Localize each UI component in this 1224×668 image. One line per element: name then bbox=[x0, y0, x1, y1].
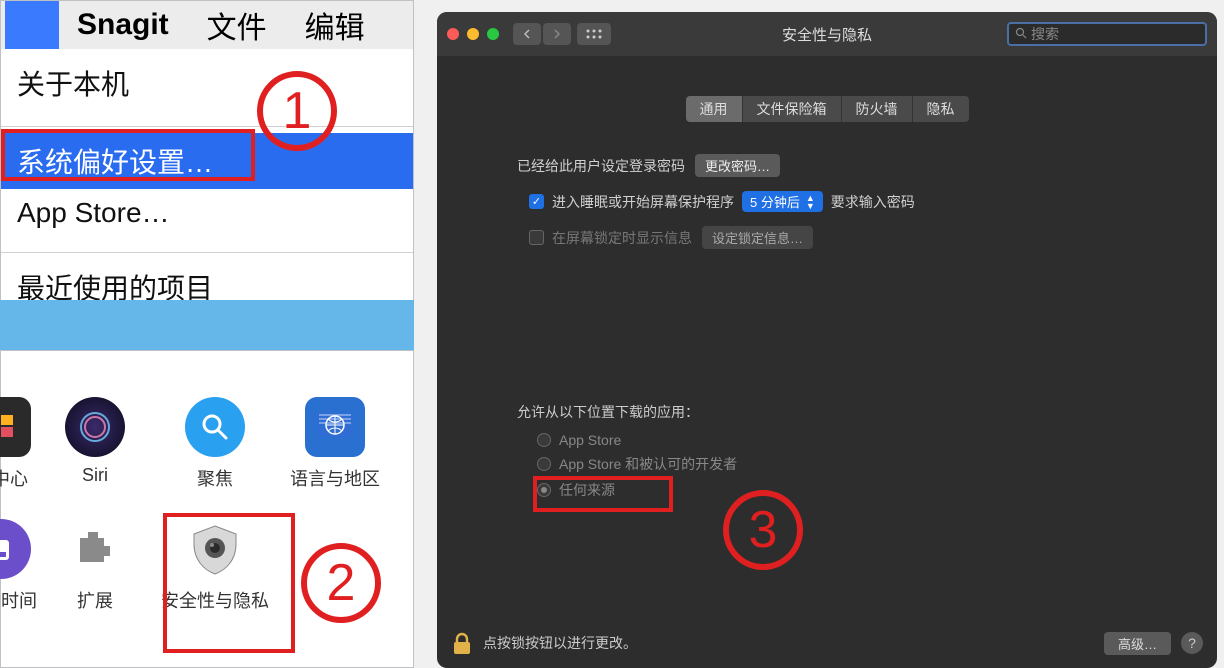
radio-label: App Store bbox=[559, 432, 621, 448]
pref-item-siri[interactable]: Siri bbox=[49, 397, 141, 491]
search-placeholder: 搜索 bbox=[1031, 24, 1059, 44]
help-button[interactable]: ? bbox=[1181, 632, 1203, 654]
menu-separator bbox=[1, 111, 413, 127]
pref-label: 安全性与隐私 bbox=[161, 587, 269, 613]
lock-icon[interactable] bbox=[451, 630, 473, 656]
require-password-label-pre: 进入睡眠或开始屏幕保护程序 bbox=[552, 192, 734, 212]
show-lock-message-checkbox[interactable] bbox=[529, 230, 544, 245]
menubar: Snagit 文件 编辑 bbox=[1, 1, 413, 49]
require-password-label-post: 要求输入密码 bbox=[831, 192, 915, 212]
pref-item-truncated[interactable]: 屏中心 bbox=[0, 397, 21, 491]
pref-label: 语言与地区 bbox=[290, 465, 380, 491]
show-all-button[interactable] bbox=[577, 23, 611, 45]
pref-label: 扩展 bbox=[77, 587, 113, 613]
radio-label: App Store 和被认可的开发者 bbox=[559, 454, 737, 474]
apple-menu-icon[interactable] bbox=[5, 1, 59, 49]
pref-label: Siri bbox=[82, 465, 108, 486]
traffic-lights bbox=[447, 28, 499, 40]
pref-label: 屏用时间 bbox=[0, 587, 37, 613]
gatekeeper-section: 允许从以下位置下载的应用： App Store App Store 和被认可的开… bbox=[517, 402, 737, 506]
radio-app-store[interactable]: App Store bbox=[537, 432, 737, 448]
background-strip bbox=[0, 300, 414, 350]
radio-icon bbox=[537, 483, 551, 497]
set-lock-message-button[interactable]: 设定锁定信息… bbox=[702, 226, 813, 249]
radio-icon bbox=[537, 433, 551, 447]
tab-filevault[interactable]: 文件保险箱 bbox=[743, 96, 842, 122]
siri-icon bbox=[65, 397, 125, 457]
search-field[interactable]: 搜索 bbox=[1007, 22, 1207, 46]
pref-item-language-region[interactable]: 语言与地区 bbox=[289, 397, 381, 491]
menubar-edit[interactable]: 编辑 bbox=[305, 3, 365, 47]
nav-group bbox=[513, 23, 571, 45]
general-pane: 已经给此用户设定登录密码 更改密码… ✓ 进入睡眠或开始屏幕保护程序 5 分钟后… bbox=[437, 122, 1217, 249]
tab-general[interactable]: 通用 bbox=[686, 96, 743, 122]
apple-menu-dropdown: 关于本机 系统偏好设置… App Store… 最近使用的项目 bbox=[1, 49, 413, 315]
radio-icon bbox=[537, 457, 551, 471]
apple-menu-panel: Snagit 文件 编辑 关于本机 系统偏好设置… App Store… 最近使… bbox=[0, 0, 414, 300]
pref-icon bbox=[0, 397, 31, 457]
menubar-file[interactable]: 文件 bbox=[207, 3, 267, 47]
pref-label: 屏中心 bbox=[0, 465, 28, 491]
pref-item-spotlight[interactable]: 聚焦 bbox=[169, 397, 261, 491]
screentime-icon bbox=[0, 519, 31, 579]
pref-item-screentime[interactable]: 屏用时间 bbox=[0, 519, 21, 613]
change-password-button[interactable]: 更改密码… bbox=[695, 154, 780, 177]
menubar-app-name: Snagit bbox=[77, 8, 169, 42]
security-privacy-window: 安全性与隐私 搜索 通用 文件保险箱 防火墙 隐私 已经给此用户设定登录密码 更… bbox=[437, 12, 1217, 668]
close-button[interactable] bbox=[447, 28, 459, 40]
language-icon bbox=[305, 397, 365, 457]
tab-privacy[interactable]: 隐私 bbox=[913, 96, 969, 122]
minimize-button[interactable] bbox=[467, 28, 479, 40]
radio-label: 任何来源 bbox=[559, 480, 615, 500]
advanced-button[interactable]: 高级… bbox=[1104, 632, 1171, 655]
tab-firewall[interactable]: 防火墙 bbox=[842, 96, 913, 122]
pref-item-extensions[interactable]: 扩展 bbox=[49, 519, 141, 613]
login-password-set-label: 已经给此用户设定登录密码 bbox=[517, 156, 685, 176]
gatekeeper-header: 允许从以下位置下载的应用： bbox=[517, 402, 737, 422]
select-value: 5 分钟后 bbox=[750, 192, 800, 211]
show-lock-message-label: 在屏幕锁定时显示信息 bbox=[552, 228, 692, 248]
radio-identified-developers[interactable]: App Store 和被认可的开发者 bbox=[537, 454, 737, 474]
search-icon bbox=[1015, 27, 1027, 42]
menu-system-preferences[interactable]: 系统偏好设置… bbox=[1, 133, 413, 189]
tab-bar: 通用 文件保险箱 防火墙 隐私 bbox=[437, 96, 1217, 122]
window-title: 安全性与隐私 bbox=[782, 24, 872, 45]
select-arrows-icon: ▲▼ bbox=[806, 194, 815, 210]
system-preferences-panel: 屏中心 Siri 聚焦 语言与地区 屏用时间 bbox=[0, 350, 414, 668]
lock-hint-text: 点按锁按钮以进行更改。 bbox=[483, 633, 637, 653]
forward-button[interactable] bbox=[543, 23, 571, 45]
require-password-checkbox[interactable]: ✓ bbox=[529, 194, 544, 209]
pref-item-security-privacy[interactable]: 安全性与隐私 bbox=[169, 519, 261, 613]
security-icon bbox=[185, 519, 245, 579]
radio-anywhere[interactable]: 任何来源 bbox=[537, 480, 737, 500]
menu-separator bbox=[1, 237, 413, 253]
zoom-button[interactable] bbox=[487, 28, 499, 40]
menu-about-mac[interactable]: 关于本机 bbox=[1, 55, 413, 111]
back-button[interactable] bbox=[513, 23, 541, 45]
pref-label: 聚焦 bbox=[197, 465, 233, 491]
window-titlebar: 安全性与隐私 搜索 bbox=[437, 12, 1217, 56]
spotlight-icon bbox=[185, 397, 245, 457]
menu-app-store[interactable]: App Store… bbox=[1, 189, 413, 237]
window-footer: 点按锁按钮以进行更改。 高级… ? bbox=[437, 618, 1217, 668]
require-password-delay-select[interactable]: 5 分钟后 ▲▼ bbox=[742, 191, 823, 212]
extensions-icon bbox=[65, 519, 125, 579]
